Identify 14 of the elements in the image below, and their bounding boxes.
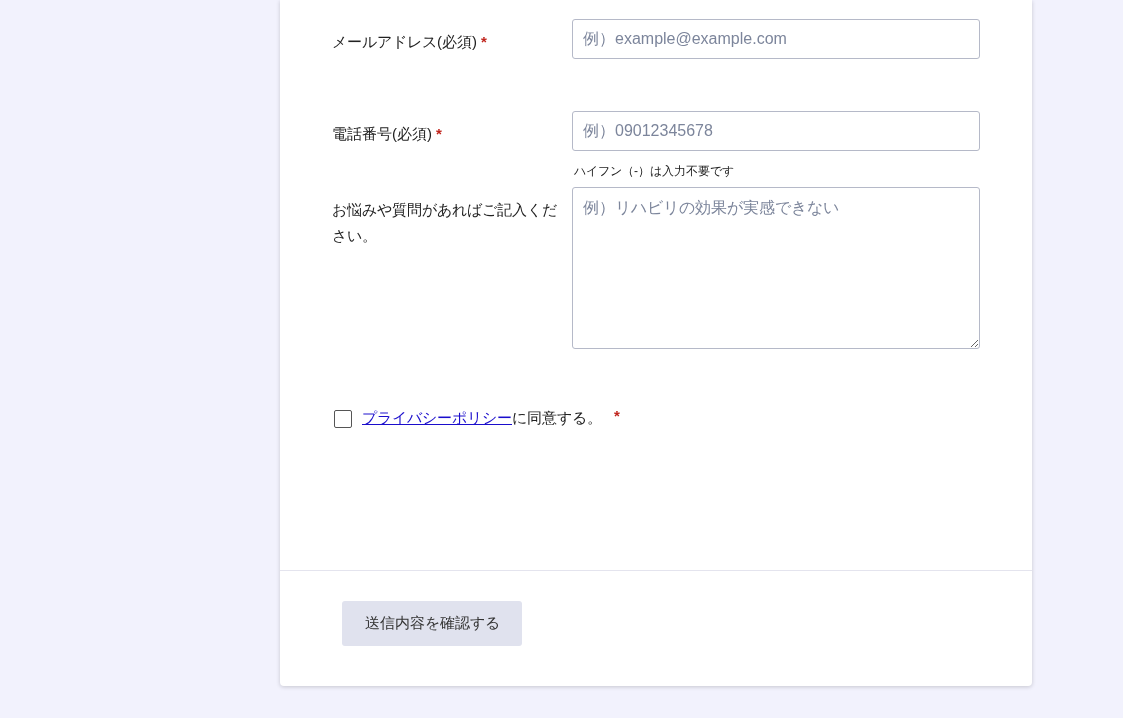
text-area[interactable]: 例）リハビリの効果が実感できない xyxy=(572,187,980,349)
field-label: メールアドレス(必須) xyxy=(332,33,478,50)
input-field[interactable]: 例）09012345678 xyxy=(572,111,980,151)
field-label: お悩みや質問があればご記入ください。 xyxy=(332,201,557,244)
required-mark: * xyxy=(614,407,620,424)
input-field[interactable]: 例）example@example.com xyxy=(572,19,980,59)
required-mark: * xyxy=(481,33,487,50)
required-mark: * xyxy=(436,125,442,142)
hint-text: ハイフン（-）は入力不要です xyxy=(574,163,735,180)
confirm-button[interactable]: 送信内容を確認する xyxy=(342,601,522,646)
checkbox[interactable] xyxy=(334,409,352,428)
field-label: 電話番号(必須) xyxy=(332,125,433,142)
privacy-policy-link[interactable]: プライバシーポリシー xyxy=(362,409,512,428)
consent-text: に同意する。 xyxy=(512,409,602,428)
